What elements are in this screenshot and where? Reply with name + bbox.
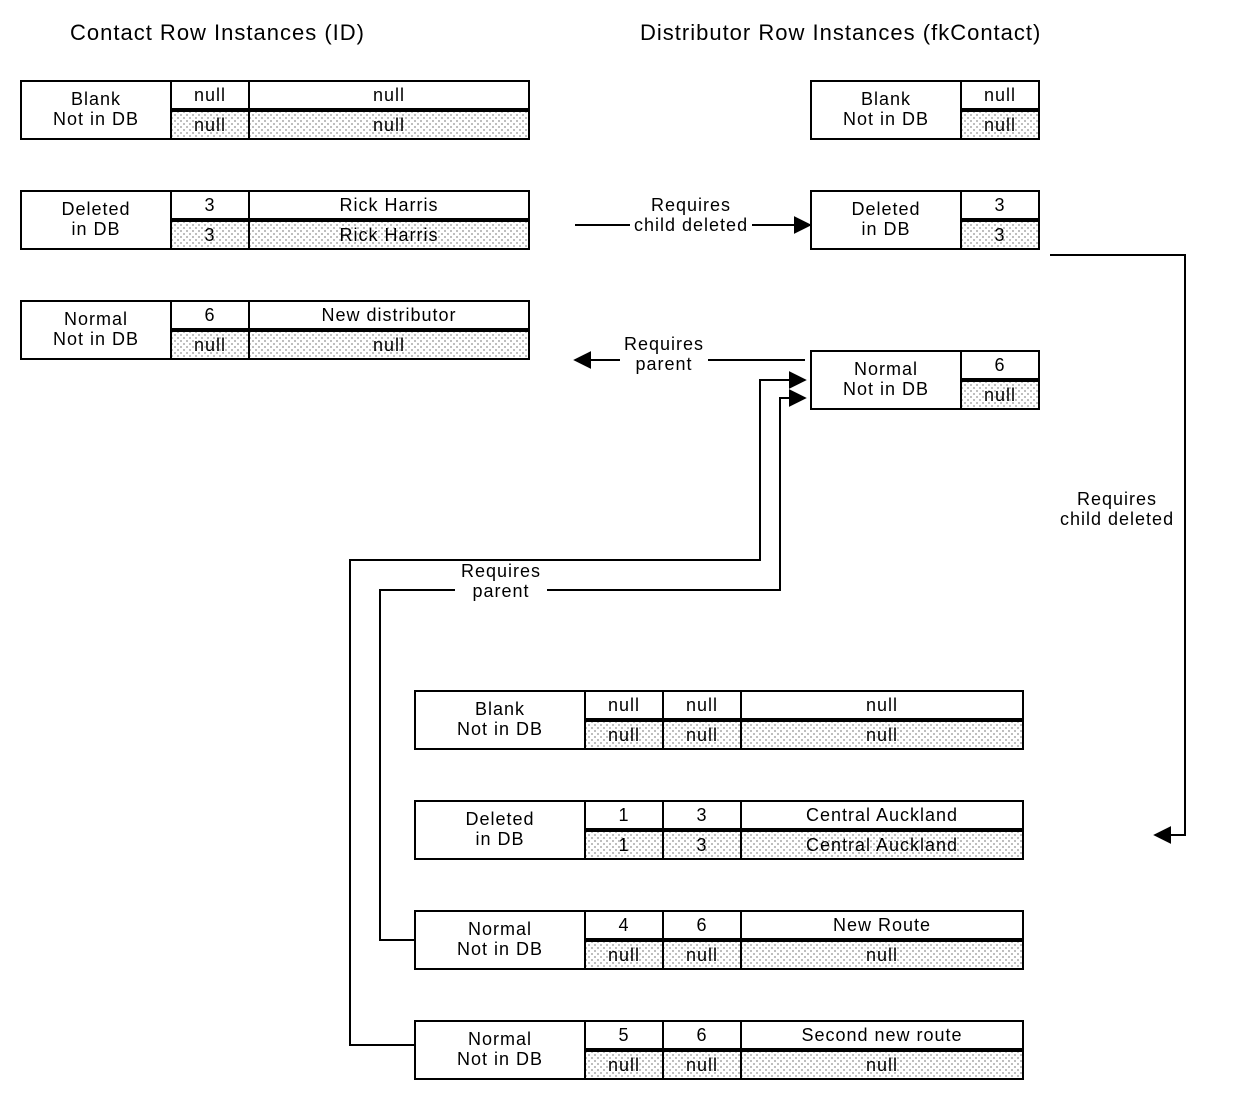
contact-deleted-name-bot: Rick Harris bbox=[248, 220, 530, 250]
route-normal1-status: NormalNot in DB bbox=[414, 910, 584, 970]
route-normal2-c1-bot: null bbox=[584, 1050, 664, 1080]
contact-blank-id-top: null bbox=[170, 80, 250, 110]
dist-blank-status: BlankNot in DB bbox=[810, 80, 960, 140]
contact-deleted-name-top: Rick Harris bbox=[248, 190, 530, 220]
contact-deleted-id-bot: 3 bbox=[170, 220, 250, 250]
contact-normal-status: NormalNot in DB bbox=[20, 300, 170, 360]
dist-deleted-fk-bot: 3 bbox=[960, 220, 1040, 250]
route-deleted-c2-top: 3 bbox=[662, 800, 742, 830]
dist-normal-fk-top: 6 bbox=[960, 350, 1040, 380]
contact-normal-id-top: 6 bbox=[170, 300, 250, 330]
route-normal1-c2-top: 6 bbox=[662, 910, 742, 940]
edge-req-parent-1: Requires parent bbox=[620, 335, 708, 375]
edge-req-child-deleted-1: Requires child deleted bbox=[630, 196, 752, 236]
route-blank-c2-bot: null bbox=[662, 720, 742, 750]
dist-normal-status: NormalNot in DB bbox=[810, 350, 960, 410]
route-normal2-c3-top: Second new route bbox=[740, 1020, 1024, 1050]
contact-normal-name-bot: null bbox=[248, 330, 530, 360]
edge-req-child-deleted-2: Requires child deleted bbox=[1060, 490, 1174, 530]
route-deleted-c1-bot: 1 bbox=[584, 830, 664, 860]
route-blank-c2-top: null bbox=[662, 690, 742, 720]
contact-deleted-status: Deletedin DB bbox=[20, 190, 170, 250]
route-deleted-c3-bot: Central Auckland bbox=[740, 830, 1024, 860]
dist-deleted-status: Deletedin DB bbox=[810, 190, 960, 250]
route-blank-c3-bot: null bbox=[740, 720, 1024, 750]
route-normal2-c1-top: 5 bbox=[584, 1020, 664, 1050]
route-deleted-c2-bot: 3 bbox=[662, 830, 742, 860]
route-blank-c3-top: null bbox=[740, 690, 1024, 720]
route-normal1-c3-bot: null bbox=[740, 940, 1024, 970]
route-deleted-c1-top: 1 bbox=[584, 800, 664, 830]
route-normal1-c1-bot: null bbox=[584, 940, 664, 970]
contact-normal-id-bot: null bbox=[170, 330, 250, 360]
route-normal1-c2-bot: null bbox=[662, 940, 742, 970]
route-normal1-c3-top: New Route bbox=[740, 910, 1024, 940]
route-normal2-status: NormalNot in DB bbox=[414, 1020, 584, 1080]
contact-blank-status: BlankNot in DB bbox=[20, 80, 170, 140]
contact-heading: Contact Row Instances (ID) bbox=[70, 20, 365, 46]
contact-blank-name-bot: null bbox=[248, 110, 530, 140]
route-blank-status: BlankNot in DB bbox=[414, 690, 584, 750]
contact-blank-name-top: null bbox=[248, 80, 530, 110]
route-normal1-c1-top: 4 bbox=[584, 910, 664, 940]
route-normal2-c2-top: 6 bbox=[662, 1020, 742, 1050]
route-blank-c1-bot: null bbox=[584, 720, 664, 750]
dist-blank-fk-bot: null bbox=[960, 110, 1040, 140]
route-deleted-status: Deletedin DB bbox=[414, 800, 584, 860]
contact-normal-name-top: New distributor bbox=[248, 300, 530, 330]
contact-blank-id-bot: null bbox=[170, 110, 250, 140]
dist-blank-fk-top: null bbox=[960, 80, 1040, 110]
contact-deleted-id-top: 3 bbox=[170, 190, 250, 220]
distributor-heading: Distributor Row Instances (fkContact) bbox=[640, 20, 1041, 46]
route-normal2-c3-bot: null bbox=[740, 1050, 1024, 1080]
route-deleted-c3-top: Central Auckland bbox=[740, 800, 1024, 830]
dist-normal-fk-bot: null bbox=[960, 380, 1040, 410]
route-blank-c1-top: null bbox=[584, 690, 664, 720]
route-normal2-c2-bot: null bbox=[662, 1050, 742, 1080]
dist-deleted-fk-top: 3 bbox=[960, 190, 1040, 220]
edge-req-parent-2: Requires parent bbox=[455, 562, 547, 602]
